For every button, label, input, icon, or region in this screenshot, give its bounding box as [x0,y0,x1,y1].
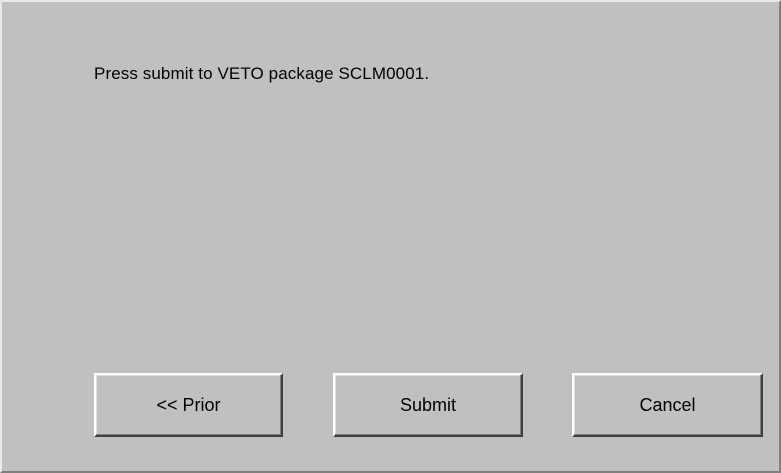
cancel-button[interactable]: Cancel [572,373,763,437]
dialog-window: Press submit to VETO package SCLM0001. <… [0,0,781,473]
prior-button[interactable]: << Prior [94,373,283,437]
confirmation-message: Press submit to VETO package SCLM0001. [94,64,430,83]
submit-button[interactable]: Submit [333,373,523,437]
